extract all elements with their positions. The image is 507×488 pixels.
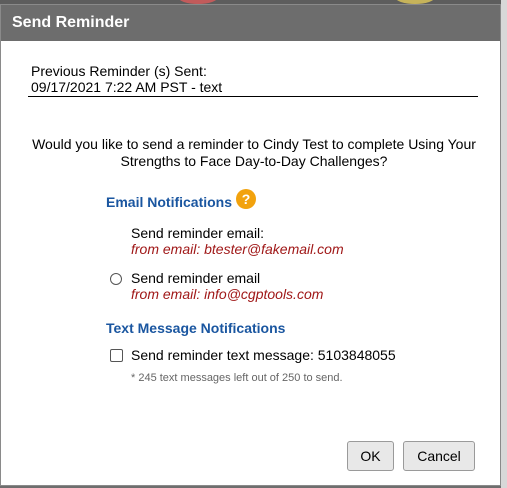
reminder-question: Would you like to send a reminder to Cin… bbox=[32, 136, 476, 169]
email-option-2-label[interactable]: Send reminder email bbox=[131, 270, 260, 286]
dialog-title: Send Reminder bbox=[1, 5, 500, 41]
previous-reminders-label: Previous Reminder (s) Sent: bbox=[31, 63, 207, 79]
cancel-button[interactable]: Cancel bbox=[403, 441, 475, 471]
email-option-2-from: from email: info@cgptools.com bbox=[131, 286, 324, 302]
email-option-from: from email: btester@fakemail.com bbox=[131, 241, 344, 257]
email-option-label: Send reminder email: bbox=[131, 225, 265, 241]
email-notifications-heading: Email Notifications bbox=[106, 194, 233, 210]
divider bbox=[28, 96, 478, 97]
help-icon[interactable]: ? bbox=[236, 189, 256, 209]
ok-button[interactable]: OK bbox=[347, 441, 394, 471]
email-option-radio[interactable] bbox=[110, 273, 122, 285]
send-reminder-dialog: Send Reminder Previous Reminder (s) Sent… bbox=[0, 4, 501, 486]
previous-reminder-value: 09/17/2021 7:22 AM PST - text bbox=[31, 79, 223, 95]
text-message-option-label[interactable]: Send reminder text message: 5103848055 bbox=[131, 347, 396, 363]
text-message-checkbox[interactable] bbox=[110, 349, 123, 362]
text-message-quota-note: * 245 text messages left out of 250 to s… bbox=[131, 372, 343, 384]
background-edge bbox=[501, 0, 507, 488]
text-notifications-heading: Text Message Notifications bbox=[106, 320, 286, 336]
